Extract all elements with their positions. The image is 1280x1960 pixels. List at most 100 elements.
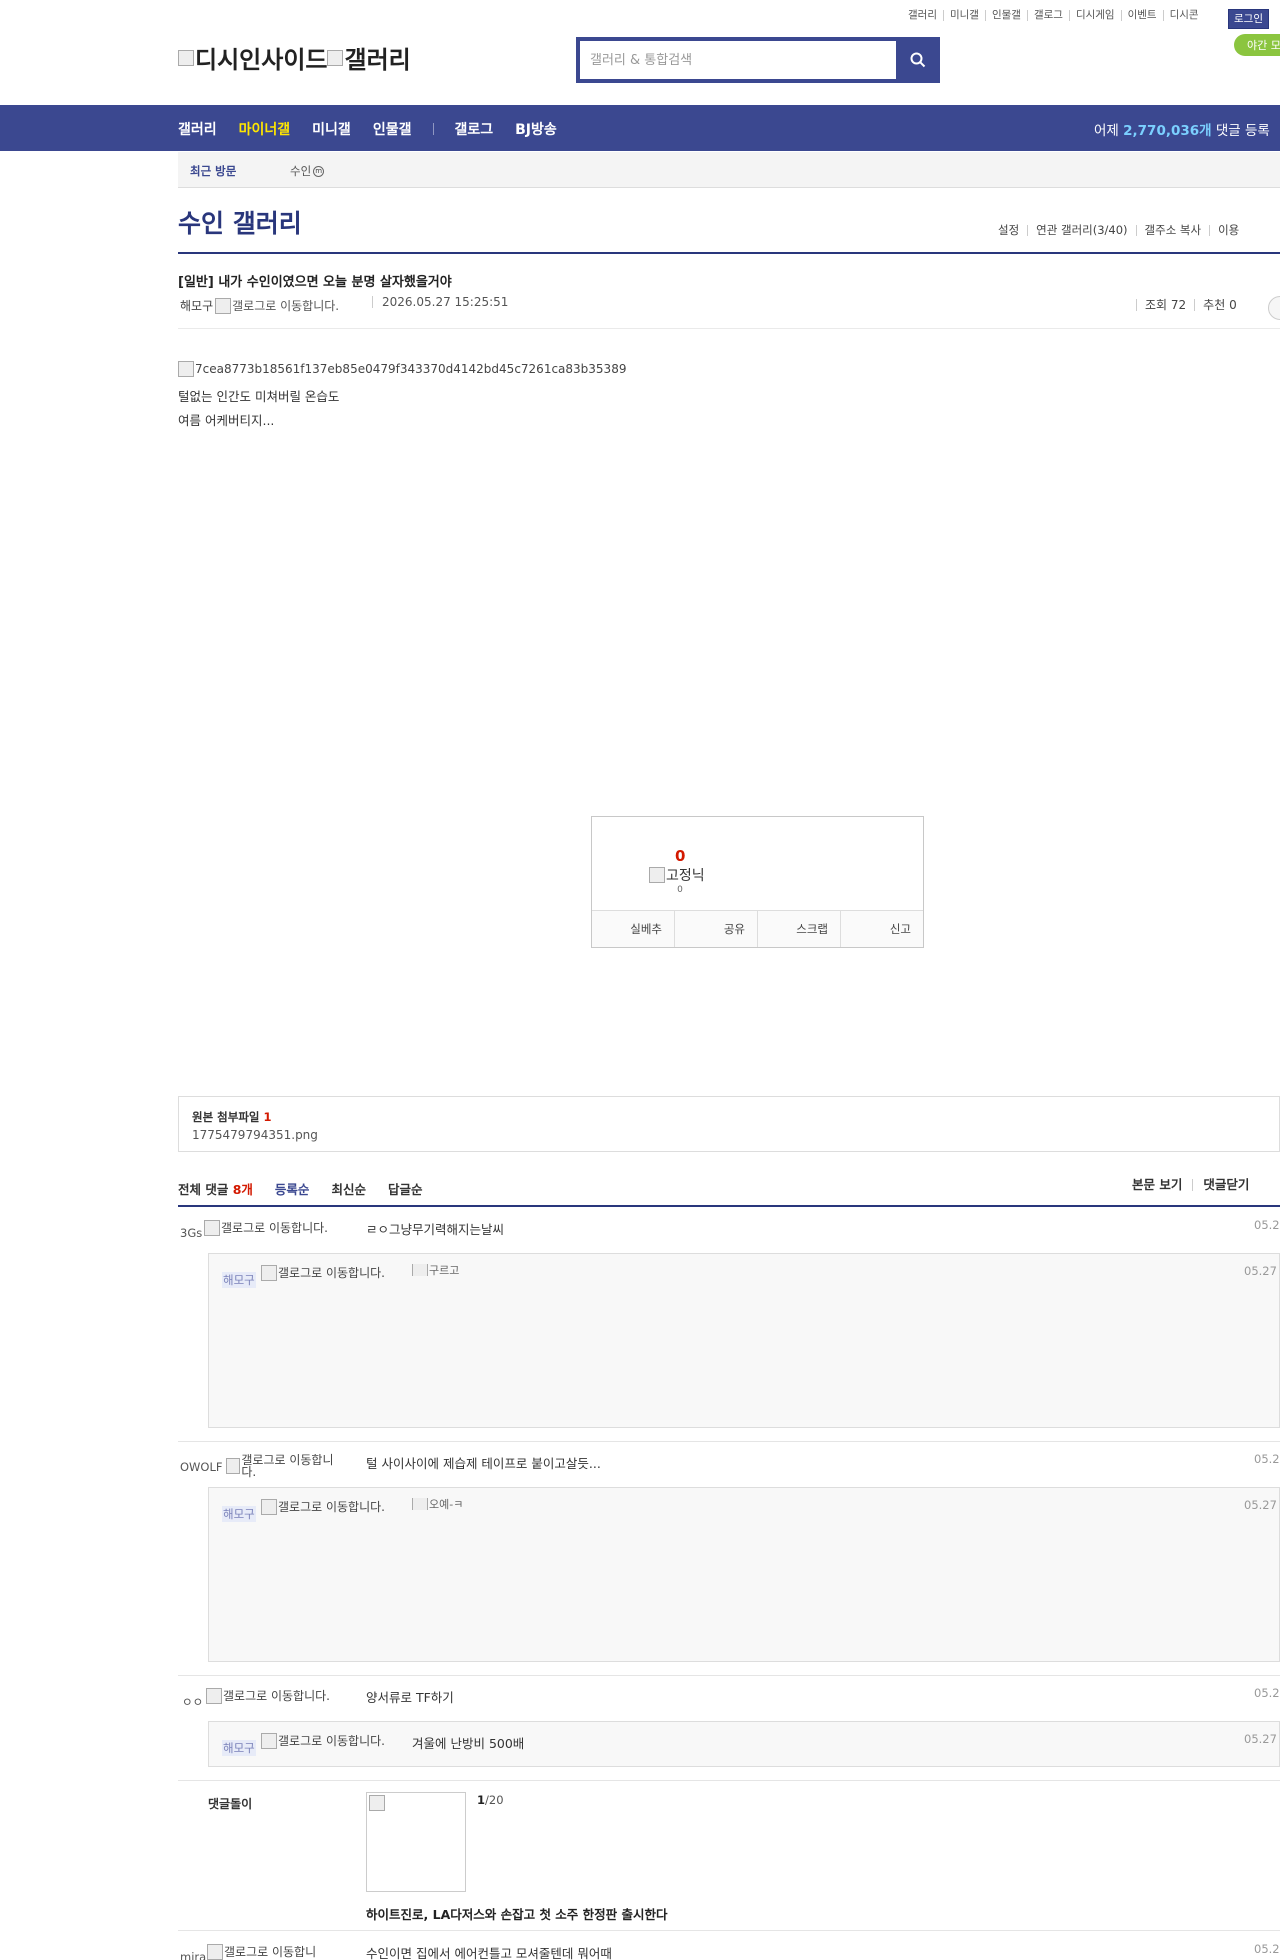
bot-page-current: 1 <box>477 1793 486 1807</box>
gallog-icon[interactable]: 갤로그로 이동합니 <box>207 1944 332 1960</box>
comment-total-count: 8개 <box>232 1182 253 1197</box>
post-body-line: 털없는 인간도 미쳐버릴 온습도 <box>178 389 340 404</box>
logo[interactable]: 디시인사이드 갤러리 <box>178 40 411 75</box>
bot-page-total: /20 <box>485 1793 504 1807</box>
comment-nick[interactable]: OWOLF <box>180 1460 223 1474</box>
nav-mini-gallery[interactable]: 미니갤 <box>312 119 351 139</box>
bot-article-title[interactable]: 하이트진로, LA다저스와 손잡고 첫 소주 한정판 출시한다 <box>366 1904 668 1923</box>
recent-visit-label: 수인 <box>290 164 312 178</box>
row-divider <box>178 1441 1280 1442</box>
gallery-title[interactable]: 수인 갤러리 <box>178 204 302 240</box>
comment-nick[interactable]: mirai <box>180 1950 209 1960</box>
nav-bj-broadcast[interactable]: BJ방송 <box>515 119 557 139</box>
comment-date: 05.27 <box>1254 1218 1280 1232</box>
comment-text: 수인이면 집에서 에어컨틀고 모셔줄텐데 뭐어때 <box>366 1946 612 1960</box>
attachment-file-link[interactable]: 1775479794351.png <box>192 1128 318 1142</box>
post-date: 2026.05.27 15:25:51 <box>372 296 508 308</box>
search-button[interactable] <box>900 41 936 79</box>
comment-date: 05.27 <box>1254 1686 1280 1700</box>
gallery-settings-link[interactable]: 설정 <box>990 224 1027 236</box>
reply-text: 겨울에 난방비 500배 <box>412 1736 525 1751</box>
comment-nick[interactable]: 3Gs <box>180 1226 202 1240</box>
gallog-icon[interactable]: 갤로그로 이동합니다. <box>226 1454 336 1478</box>
top-link-game[interactable]: 디시게임 <box>1068 10 1121 21</box>
comment-header: 전체 댓글 8개 등록순 최신순 답글순 <box>178 1179 444 1198</box>
top-links: 갤러리 미니갤 인물갤 갤로그 디시게임 이벤트 디시콘 <box>902 10 1205 21</box>
reply-date: 05.27 1 <box>1244 1264 1280 1278</box>
row-divider <box>178 1930 1280 1931</box>
writer-nick[interactable]: 해모구 <box>180 297 213 314</box>
sort-registered-tab[interactable]: 등록순 <box>275 1179 310 1198</box>
copy-address-link[interactable]: 갤주소 복사 <box>1135 224 1210 236</box>
yesterday-comment-stat: 어제 2,770,036개 댓글 등록 <box>1094 119 1270 139</box>
gnb-menu: 갤러리 마이너갤 미니갤 인물갤 갤로그 BJ방송 <box>178 119 579 139</box>
top-link-minigall[interactable]: 미니갤 <box>942 10 985 21</box>
yesterday-count: 2,770,036개 <box>1123 123 1212 139</box>
comment-total-label: 전체 댓글 <box>178 1182 229 1197</box>
comment-options: 본문 보기 댓글닫기 <box>1122 1178 1259 1191</box>
bot-pager: 1/20 <box>477 1793 504 1807</box>
recent-visit-item[interactable]: 수인 m <box>290 163 325 179</box>
gallog-icon[interactable]: 갤로그로 이동합니다. <box>261 1733 386 1749</box>
post-writer: 해모구 갤로그로 이동합니다. <box>180 297 339 314</box>
top-link-gallog[interactable]: 갤로그 <box>1026 10 1069 21</box>
search-icon <box>910 52 926 68</box>
top-link-dccon[interactable]: 디시콘 <box>1162 10 1205 21</box>
recommend-box: 0 고정닉 0 실베추 공유 스크랩 신고 <box>591 816 924 948</box>
realbest-button[interactable]: 실베추 <box>592 911 674 947</box>
post-body-line: 여름 어케버티지... <box>178 413 275 428</box>
nav-gallog[interactable]: 갤로그 <box>454 119 493 139</box>
comment-divider <box>178 1205 1280 1207</box>
scrap-button[interactable]: 스크랩 <box>757 911 840 947</box>
comment-text: 털 사이사이에 제습제 테이프로 붙이고살듯... <box>366 1456 601 1471</box>
reply-nick[interactable]: 해모구 <box>222 1506 256 1522</box>
top-link-person[interactable]: 인물갤 <box>984 10 1027 21</box>
gallery-tools: 설정 연관 갤러리(3/40) 갤주소 복사 이용 <box>990 224 1247 236</box>
minor-gallery-badge-icon: m <box>313 165 325 177</box>
related-gallery-link[interactable]: 연관 갤러리(3/40) <box>1027 224 1135 236</box>
gallog-icon[interactable]: 갤로그로 이동합니다. <box>206 1688 331 1704</box>
share-button[interactable]: 공유 <box>674 911 757 947</box>
dccon-image: 구르고 <box>412 1264 459 1276</box>
recommend-count: 추천 0 <box>1194 299 1245 311</box>
recent-visit-bar: 최근 방문 수인 m <box>178 152 1280 188</box>
top-link-gallery[interactable]: 갤러리 <box>902 10 943 21</box>
reply-date: 05.27 1 <box>1244 1498 1280 1512</box>
gallog-icon[interactable]: 갤로그로 이동합니다. <box>261 1499 386 1515</box>
attachment-box: 원본 첨부파일 1 1775479794351.png <box>178 1096 1280 1152</box>
yesterday-prefix: 어제 <box>1094 123 1119 139</box>
nav-gallery[interactable]: 갤러리 <box>178 119 217 139</box>
fixed-nick-recommend-icon[interactable]: 고정닉 <box>649 865 705 885</box>
nav-divider <box>433 123 435 135</box>
close-comments-link[interactable]: 댓글닫기 <box>1192 1178 1259 1191</box>
bot-thumbnail[interactable] <box>366 1792 466 1892</box>
search-input[interactable] <box>580 41 896 79</box>
sort-latest-tab[interactable]: 최신순 <box>331 1179 366 1198</box>
post-header-divider <box>178 328 1280 329</box>
usage-link[interactable]: 이용 <box>1209 224 1247 236</box>
title-divider <box>178 252 1280 254</box>
reply-nick[interactable]: 해모구 <box>222 1272 256 1288</box>
comment-nick[interactable]: ㅇㅇ <box>182 1694 203 1710</box>
nav-person-gallery[interactable]: 인물갤 <box>373 119 412 139</box>
comment-date: 05.27 <box>1254 1452 1280 1466</box>
login-button[interactable]: 로그인 <box>1228 9 1269 29</box>
dccon-image: 오예-ㅋ <box>412 1498 463 1510</box>
night-mode-button[interactable]: 야간 모 <box>1234 34 1280 56</box>
view-body-link[interactable]: 본문 보기 <box>1122 1178 1192 1191</box>
comment-bot-name: 댓글돌이 <box>208 1797 253 1811</box>
gallog-icon[interactable]: 갤로그로 이동합니다. <box>261 1265 386 1281</box>
gallog-icon[interactable]: 갤로그로 이동합니다. <box>215 297 339 314</box>
recommend-actions: 실베추 공유 스크랩 신고 <box>592 910 923 947</box>
sort-reply-tab[interactable]: 답글순 <box>388 1179 423 1198</box>
nav-minor-gallery[interactable]: 마이너갤 <box>239 119 291 139</box>
top-link-event[interactable]: 이벤트 <box>1120 10 1163 21</box>
report-button[interactable]: 신고 <box>840 911 923 947</box>
comment-text: ㄹㅇ그냥무기력해지는날씨 <box>366 1222 505 1237</box>
post-image: 7cea8773b18561f137eb85e0479f343370d4142b… <box>178 361 626 377</box>
recommend-up-count[interactable]: 0 <box>675 847 685 865</box>
reply-nick[interactable]: 해모구 <box>222 1740 256 1756</box>
gallog-icon[interactable]: 갤로그로 이동합니다. <box>204 1220 329 1236</box>
comment-jump-button[interactable] <box>1268 296 1280 320</box>
recent-visit-title: 최근 방문 <box>190 164 237 178</box>
